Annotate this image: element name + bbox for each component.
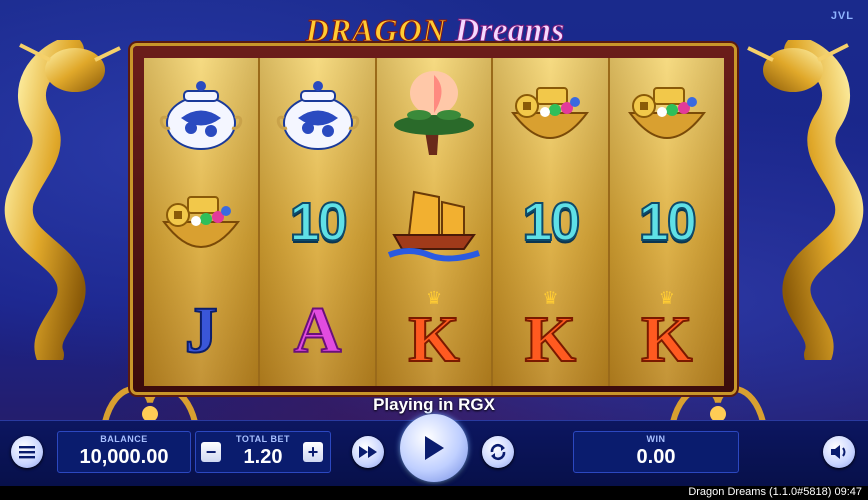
ten-label: 10: [638, 191, 698, 253]
ace-letter: A: [293, 293, 343, 367]
treasure-bowl-symbol: [610, 58, 724, 167]
vase-symbol: [260, 58, 374, 167]
title-word-dreams: Dreams: [454, 12, 565, 50]
king-symbol: ♛ K: [377, 276, 491, 385]
ten-symbol: 10: [493, 167, 607, 276]
decrease-bet-button[interactable]: −: [201, 442, 221, 462]
win-value: 0.00: [636, 446, 676, 468]
spin-button[interactable]: [400, 414, 468, 482]
ten-label: 10: [289, 191, 349, 253]
balance-label: BALANCE: [100, 434, 148, 444]
golden-dragon-right: [747, 40, 864, 360]
ten-label: 10: [521, 191, 581, 253]
autoplay-button[interactable]: [482, 436, 514, 468]
vase-symbol: [144, 58, 258, 167]
reel-4: 10 ♛ K: [493, 58, 610, 386]
junk-ship-icon: [387, 190, 480, 261]
treasure-bowl-icon: [162, 195, 241, 248]
king-letter: K: [640, 302, 693, 376]
footer-bar: Dragon Dreams (1.1.0#5818) 09:47: [0, 486, 868, 500]
fast-forward-icon: [359, 446, 377, 458]
junk-ship-symbol: [377, 167, 491, 276]
ace-symbol: A: [260, 276, 374, 385]
king-symbol: ♛ K: [493, 276, 607, 385]
treasure-bowl-icon: [627, 86, 706, 139]
status-message: Playing in RGX: [373, 395, 495, 414]
king-symbol: ♛ K: [610, 276, 724, 385]
win-panel: WIN 0.00: [573, 431, 739, 473]
menu-button[interactable]: [11, 436, 43, 468]
win-label: WIN: [646, 434, 666, 444]
golden-dragon-left: [4, 40, 121, 360]
reel-1: J: [144, 58, 261, 386]
jack-symbol: J: [144, 276, 258, 385]
speaker-icon: [831, 445, 846, 459]
hamburger-icon: [19, 446, 35, 459]
autoplay-icon: [490, 443, 506, 461]
reel-5: 10 ♛ K: [609, 58, 725, 386]
sound-button[interactable]: [823, 436, 855, 468]
brand-logo: JVL: [830, 10, 854, 22]
title-word-dragon: DRAGON: [305, 12, 447, 49]
turbo-button[interactable]: [352, 436, 384, 468]
vase-icon: [276, 80, 359, 150]
reel-2: 10 A: [260, 58, 377, 386]
reel-grid: J 10 A ♛ K 10 ♛ K 10 ♛ K: [144, 58, 725, 386]
ten-symbol: 10: [610, 167, 724, 276]
treasure-bowl-symbol: [493, 58, 607, 167]
vase-icon: [160, 80, 243, 150]
version-info: Dragon Dreams (1.1.0#5818) 09:47: [688, 486, 862, 498]
treasure-bowl-symbol: [144, 167, 258, 276]
peach-tree-icon: [394, 71, 475, 155]
play-icon: [425, 436, 444, 460]
treasure-bowl-icon: [511, 86, 590, 139]
reel-3: ♛ K: [376, 58, 494, 386]
balance-value: 10,000.00: [79, 446, 169, 468]
ten-symbol: 10: [260, 167, 374, 276]
jack-letter: J: [184, 293, 219, 367]
peach-tree-symbol: [377, 58, 491, 167]
increase-bet-button[interactable]: +: [303, 442, 323, 462]
king-letter: K: [407, 302, 460, 376]
king-letter: K: [524, 302, 577, 376]
balance-panel: BALANCE 10,000.00: [57, 431, 191, 473]
